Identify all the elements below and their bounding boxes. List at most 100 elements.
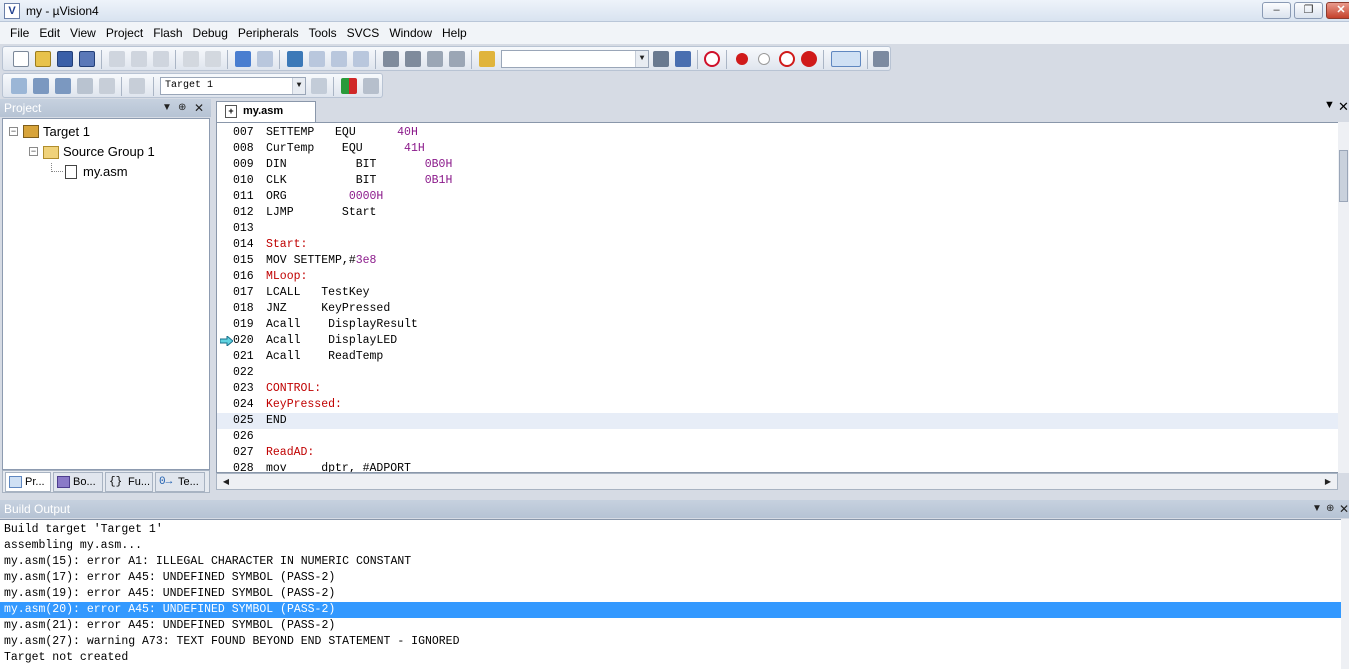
code-line[interactable]: 025 END (217, 413, 1339, 429)
code-line[interactable]: 018 JNZ KeyPressed (217, 301, 1339, 317)
scrollbar-thumb[interactable] (1339, 150, 1348, 202)
unindent-icon[interactable] (405, 51, 421, 67)
close-button[interactable]: ✕ (1326, 2, 1349, 19)
rebuild-icon[interactable] (55, 78, 71, 94)
code-line[interactable]: 010 CLK BIT 0B1H (217, 173, 1339, 189)
code-line[interactable]: 011 ORG 0000H (217, 189, 1339, 205)
target-select[interactable]: Target 1 ▼ (160, 77, 306, 95)
menu-file[interactable]: File (5, 22, 34, 44)
code-line[interactable]: 015 MOV SETTEMP,#3e8 (217, 253, 1339, 269)
build-output-line[interactable]: my.asm(21): error A45: UNDEFINED SYMBOL … (0, 618, 1341, 634)
build-output-line[interactable]: my.asm(15): error A1: ILLEGAL CHARACTER … (0, 554, 1341, 570)
disable-all-breakpoints-icon[interactable] (779, 51, 795, 67)
tab-books[interactable]: Bo... (53, 472, 103, 492)
debug-session-icon[interactable] (704, 51, 720, 67)
code-line[interactable]: 016 MLoop: (217, 269, 1339, 285)
code-line[interactable]: 008 CurTemp EQU 41H (217, 141, 1339, 157)
build-output-line[interactable]: my.asm(27): warning A73: TEXT FOUND BEYO… (0, 634, 1341, 650)
menu-help[interactable]: Help (437, 22, 472, 44)
menu-tools[interactable]: Tools (304, 22, 342, 44)
code-line[interactable]: 024 KeyPressed: (217, 397, 1339, 413)
chevron-down-icon[interactable]: ▼ (635, 51, 648, 67)
target-options-icon[interactable] (311, 78, 327, 94)
collapse-icon[interactable]: − (29, 147, 38, 156)
find-combo[interactable]: ▼ (501, 50, 649, 68)
tab-templates[interactable]: 0→ Te... (155, 472, 205, 492)
breakpoint-icon[interactable] (736, 53, 748, 65)
build-icon[interactable] (33, 78, 49, 94)
chevron-down-icon[interactable]: ▼ (292, 78, 305, 94)
close-icon[interactable]: ✕ (1339, 500, 1349, 518)
code-line[interactable]: 027 ReadAD: (217, 445, 1339, 461)
find-icon[interactable] (653, 51, 669, 67)
redo-icon[interactable] (205, 51, 221, 67)
select-packs-icon[interactable] (363, 78, 379, 94)
batch-build-icon[interactable] (77, 78, 93, 94)
code-line[interactable]: 020 Acall DisplayLED (217, 333, 1339, 349)
indent-icon[interactable] (383, 51, 399, 67)
code-line[interactable]: 019 Acall DisplayResult (217, 317, 1339, 333)
cut-icon[interactable] (109, 51, 125, 67)
code-line[interactable]: 009 DIN BIT 0B0H (217, 157, 1339, 173)
code-line[interactable]: 022 (217, 365, 1339, 381)
breakpoint-disable-icon[interactable] (758, 53, 770, 65)
bookmark-prev-icon[interactable] (309, 51, 325, 67)
uvision-logo-icon[interactable]: V (4, 3, 20, 19)
code-line[interactable]: 012 LJMP Start (217, 205, 1339, 221)
menu-svcs[interactable]: SVCS (342, 22, 385, 44)
close-icon[interactable]: ✕ (194, 99, 204, 117)
build-output-line[interactable]: my.asm(20): error A45: UNDEFINED SYMBOL … (0, 602, 1341, 618)
manage-project-items-icon[interactable] (341, 78, 357, 94)
wrench-icon[interactable] (873, 51, 889, 67)
tab-functions[interactable]: {} Fu... (105, 472, 153, 492)
collapse-icon[interactable]: − (9, 127, 18, 136)
code-line[interactable]: 028 mov dptr, #ADPORT (217, 461, 1339, 472)
code-line[interactable]: 007 SETTEMP EQU 40H (217, 125, 1339, 141)
chevron-down-icon[interactable]: ▼ (1312, 500, 1322, 518)
translate-icon[interactable] (11, 78, 27, 94)
pin-icon[interactable]: ⊕ (178, 99, 186, 117)
bookmark-clear-icon[interactable] (353, 51, 369, 67)
download-icon[interactable] (129, 78, 145, 94)
close-icon[interactable]: ✕ (1338, 99, 1349, 115)
navigate-back-icon[interactable] (235, 51, 251, 67)
menu-debug[interactable]: Debug (188, 22, 233, 44)
menu-project[interactable]: Project (101, 22, 148, 44)
open-folder-icon[interactable] (35, 51, 51, 67)
code-line[interactable]: 017 LCALL TestKey (217, 285, 1339, 301)
chevron-down-icon[interactable]: ▼ (1324, 99, 1335, 111)
window-layout-icon[interactable] (831, 51, 861, 67)
output-vertical-scrollbar[interactable] (1341, 519, 1349, 669)
build-output-line[interactable]: my.asm(19): error A45: UNDEFINED SYMBOL … (0, 586, 1341, 602)
scroll-right-icon[interactable]: ▶ (1321, 475, 1335, 488)
pin-icon[interactable]: ⊕ (1326, 500, 1334, 518)
menu-view[interactable]: View (65, 22, 101, 44)
menu-window[interactable]: Window (384, 22, 437, 44)
build-output-line[interactable]: my.asm(17): error A45: UNDEFINED SYMBOL … (0, 570, 1341, 586)
find-in-files-icon[interactable] (479, 51, 495, 67)
build-output-pane[interactable]: Build target 'Target 1' assembling my.asm… (0, 519, 1349, 669)
minimize-button[interactable]: – (1262, 2, 1291, 19)
code-editor[interactable]: 007 SETTEMP EQU 40H 008 CurTemp EQU 41H 009 D… (216, 122, 1349, 473)
navigate-forward-icon[interactable] (257, 51, 273, 67)
code-line[interactable]: 014 Start: (217, 237, 1339, 253)
undo-icon[interactable] (183, 51, 199, 67)
maximize-button[interactable]: ❐ (1294, 2, 1323, 19)
menu-flash[interactable]: Flash (148, 22, 187, 44)
code-line[interactable]: 023 CONTROL: (217, 381, 1339, 397)
tab-my-asm[interactable]: + my.asm (216, 101, 316, 122)
editor-horizontal-scrollbar[interactable]: ◀ ▶ (216, 473, 1338, 490)
stop-build-icon[interactable] (99, 78, 115, 94)
copy-icon[interactable] (131, 51, 147, 67)
paste-icon[interactable] (153, 51, 169, 67)
menu-edit[interactable]: Edit (34, 22, 65, 44)
build-output-line[interactable]: assembling my.asm... (0, 538, 1341, 554)
chevron-down-icon[interactable]: ▼ (162, 99, 172, 117)
build-output-line[interactable]: Target not created (0, 650, 1341, 666)
scroll-left-icon[interactable]: ◀ (219, 475, 233, 488)
uncomment-icon[interactable] (449, 51, 465, 67)
save-icon[interactable] (57, 51, 73, 67)
tab-project[interactable]: Pr... (5, 472, 51, 492)
save-all-icon[interactable] (79, 51, 95, 67)
bookmark-toggle-icon[interactable] (287, 51, 303, 67)
